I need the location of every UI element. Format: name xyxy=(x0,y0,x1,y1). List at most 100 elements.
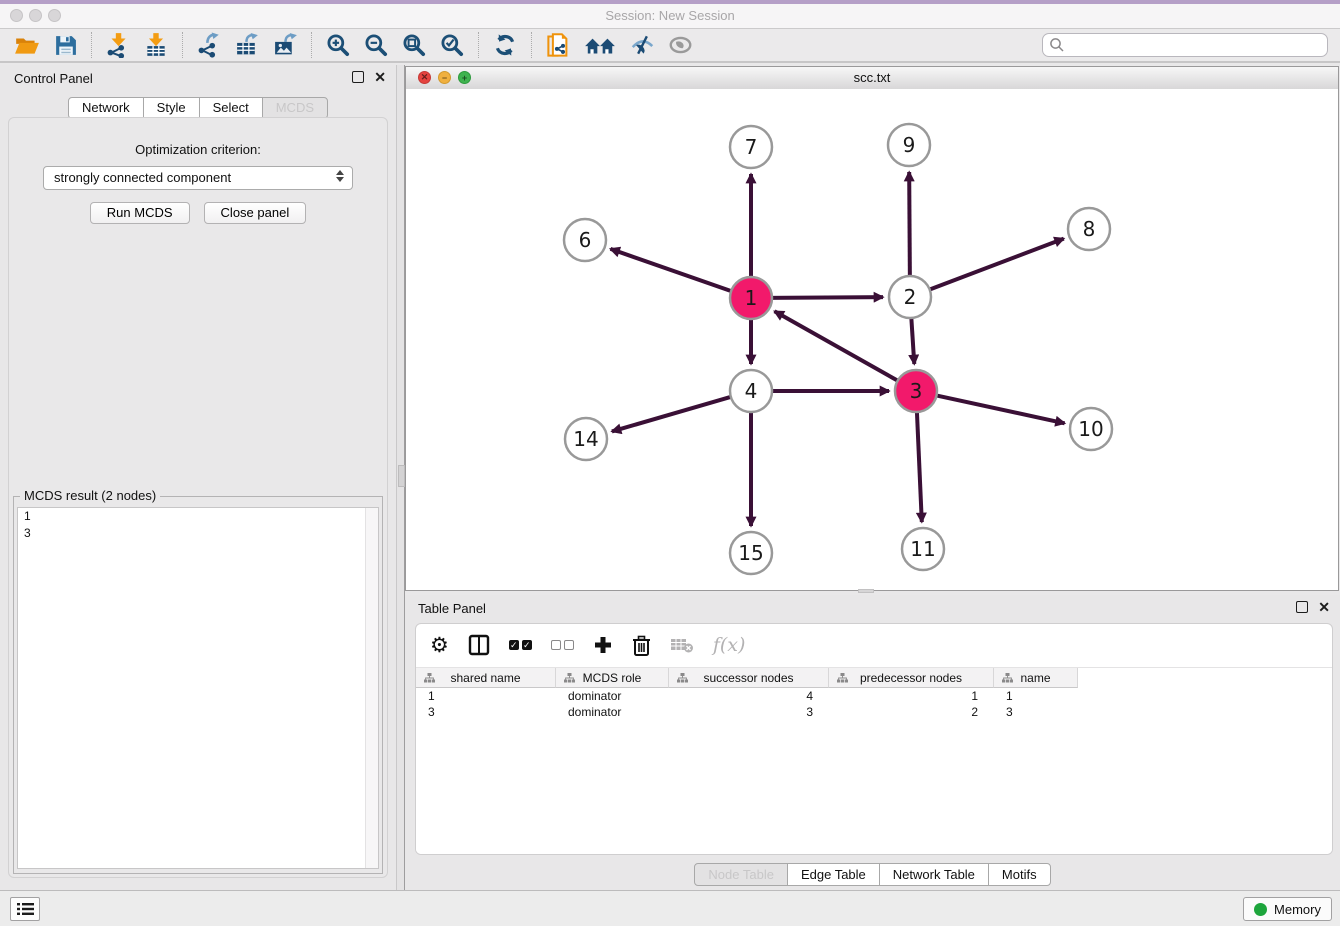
window-minimize-button[interactable] xyxy=(29,9,42,22)
memory-button[interactable]: Memory xyxy=(1243,897,1332,921)
table-panel-close-icon[interactable]: ✕ xyxy=(1318,601,1330,613)
table-cell[interactable]: 1 xyxy=(829,689,994,703)
table-cell[interactable]: 2 xyxy=(829,705,994,719)
network-canvas-svg: 7968124314101511 xyxy=(406,89,1338,590)
export-network-icon[interactable] xyxy=(195,31,223,59)
zoom-in-icon[interactable] xyxy=(324,31,352,59)
table-panel-float-icon[interactable] xyxy=(1296,601,1308,613)
graph-node-label-2: 2 xyxy=(904,285,917,309)
zoom-fit-icon[interactable] xyxy=(400,31,428,59)
column-header-predecessor-nodes[interactable]: predecessor nodes xyxy=(829,668,994,688)
vertical-splitter[interactable] xyxy=(396,65,405,890)
delete-table-icon[interactable] xyxy=(670,636,694,654)
export-image-icon[interactable] xyxy=(271,31,299,59)
select-stepper-icon xyxy=(336,170,344,182)
table-panel: Table Panel ✕ ⚙ ✓✓ xyxy=(405,595,1340,890)
birdseye-view-icon[interactable] xyxy=(582,31,618,59)
import-network-icon[interactable] xyxy=(104,31,132,59)
table-toolbar: ⚙ ✓✓ f(x) xyxy=(416,624,1332,666)
toolbar-separator xyxy=(478,32,479,58)
table-cell[interactable]: 1 xyxy=(416,689,556,703)
table-cell[interactable]: 3 xyxy=(416,705,556,719)
network-window-titlebar: ✕ − + scc.txt xyxy=(406,67,1338,90)
refresh-view-icon[interactable] xyxy=(491,31,519,59)
tab-node-table[interactable]: Node Table xyxy=(694,863,788,886)
graph-edge-1-6[interactable] xyxy=(610,249,733,292)
column-header-shared-name[interactable]: shared name xyxy=(416,668,556,688)
table-row[interactable]: 3dominator323 xyxy=(416,704,1332,720)
task-history-button[interactable] xyxy=(10,897,40,921)
network-maximize-icon[interactable]: + xyxy=(458,71,471,84)
tab-network[interactable]: Network xyxy=(68,97,144,119)
zoom-out-icon[interactable] xyxy=(362,31,390,59)
hide-panel-icon[interactable] xyxy=(628,31,656,59)
open-network-file-icon[interactable] xyxy=(544,31,572,59)
tab-select[interactable]: Select xyxy=(199,97,263,119)
criterion-select[interactable]: strongly connected component xyxy=(43,166,353,190)
window-close-button[interactable] xyxy=(10,9,23,22)
toolbar-separator xyxy=(91,32,92,58)
table-cell[interactable]: dominator xyxy=(556,705,669,719)
graph-edge-2-8[interactable] xyxy=(928,239,1064,291)
table-settings-icon[interactable]: ⚙ xyxy=(430,635,449,656)
table-cell[interactable]: 3 xyxy=(994,705,1078,719)
graph-node-label-10: 10 xyxy=(1078,417,1103,441)
mcds-result-line: 1 xyxy=(18,508,378,525)
table-row[interactable]: 1dominator411 xyxy=(416,688,1332,704)
column-header-MCDS-role[interactable]: MCDS role xyxy=(556,668,669,688)
tab-motifs[interactable]: Motifs xyxy=(988,863,1051,886)
add-column-icon[interactable] xyxy=(593,635,613,655)
control-panel: Control Panel ✕ NetworkStyleSelectMCDS O… xyxy=(0,65,396,890)
graph-edge-3-1[interactable] xyxy=(775,311,900,381)
column-header-name[interactable]: name xyxy=(994,668,1078,688)
tab-edge-table[interactable]: Edge Table xyxy=(787,863,880,886)
table-cell[interactable]: 1 xyxy=(994,689,1078,703)
table-cell[interactable]: 3 xyxy=(669,705,829,719)
column-header-successor-nodes[interactable]: successor nodes xyxy=(669,668,829,688)
network-minimize-icon[interactable]: − xyxy=(438,71,451,84)
open-session-icon[interactable] xyxy=(13,31,41,59)
export-table-icon[interactable] xyxy=(233,31,261,59)
zoom-selected-icon[interactable] xyxy=(438,31,466,59)
function-builder-icon[interactable]: f(x) xyxy=(713,634,746,656)
deselect-all-icon[interactable] xyxy=(551,640,574,650)
mcds-result-box: MCDS result (2 nodes) 13 xyxy=(13,496,383,874)
graph-edge-3-11[interactable] xyxy=(917,410,922,522)
network-canvas[interactable]: 7968124314101511 xyxy=(406,89,1338,590)
tab-style[interactable]: Style xyxy=(143,97,200,119)
column-header-label: shared name xyxy=(450,671,520,685)
show-panel-icon[interactable] xyxy=(666,31,694,59)
toolbar-separator xyxy=(182,32,183,58)
column-header-label: predecessor nodes xyxy=(860,671,962,685)
split-view-icon[interactable] xyxy=(468,634,490,656)
run-mcds-button[interactable]: Run MCDS xyxy=(90,202,190,224)
network-window-title: scc.txt xyxy=(406,67,1338,89)
application-window: Session: New Session xyxy=(0,0,1340,926)
graph-edge-4-14[interactable] xyxy=(612,396,733,431)
network-view-window: ✕ − + scc.txt 7968124314101511 xyxy=(405,66,1339,591)
table-cell[interactable]: dominator xyxy=(556,689,669,703)
import-table-icon[interactable] xyxy=(142,31,170,59)
table-cell[interactable]: 4 xyxy=(669,689,829,703)
tab-mcds[interactable]: MCDS xyxy=(262,97,328,119)
select-all-icon[interactable]: ✓✓ xyxy=(509,640,532,650)
graph-edge-2-3[interactable] xyxy=(911,316,914,364)
network-close-icon[interactable]: ✕ xyxy=(418,71,431,84)
window-zoom-button[interactable] xyxy=(48,9,61,22)
close-panel-button[interactable]: Close panel xyxy=(204,202,307,224)
column-header-label: successor nodes xyxy=(703,671,793,685)
delete-column-icon[interactable] xyxy=(632,635,651,656)
graph-edge-1-2[interactable] xyxy=(770,297,883,298)
save-session-icon[interactable] xyxy=(51,31,79,59)
search-input[interactable] xyxy=(1042,33,1328,57)
horizontal-splitter-handle[interactable] xyxy=(858,589,874,593)
splitter-handle[interactable] xyxy=(398,465,405,487)
graph-edge-3-10[interactable] xyxy=(935,395,1065,423)
mcds-result-text[interactable]: 13 xyxy=(17,507,379,869)
control-panel-float-icon[interactable] xyxy=(352,71,364,83)
table-panel-title: Table Panel xyxy=(418,601,486,616)
control-panel-close-icon[interactable]: ✕ xyxy=(374,71,386,83)
graph-edge-2-9[interactable] xyxy=(909,172,910,278)
tab-network-table[interactable]: Network Table xyxy=(879,863,989,886)
result-scrollbar[interactable] xyxy=(365,508,378,868)
